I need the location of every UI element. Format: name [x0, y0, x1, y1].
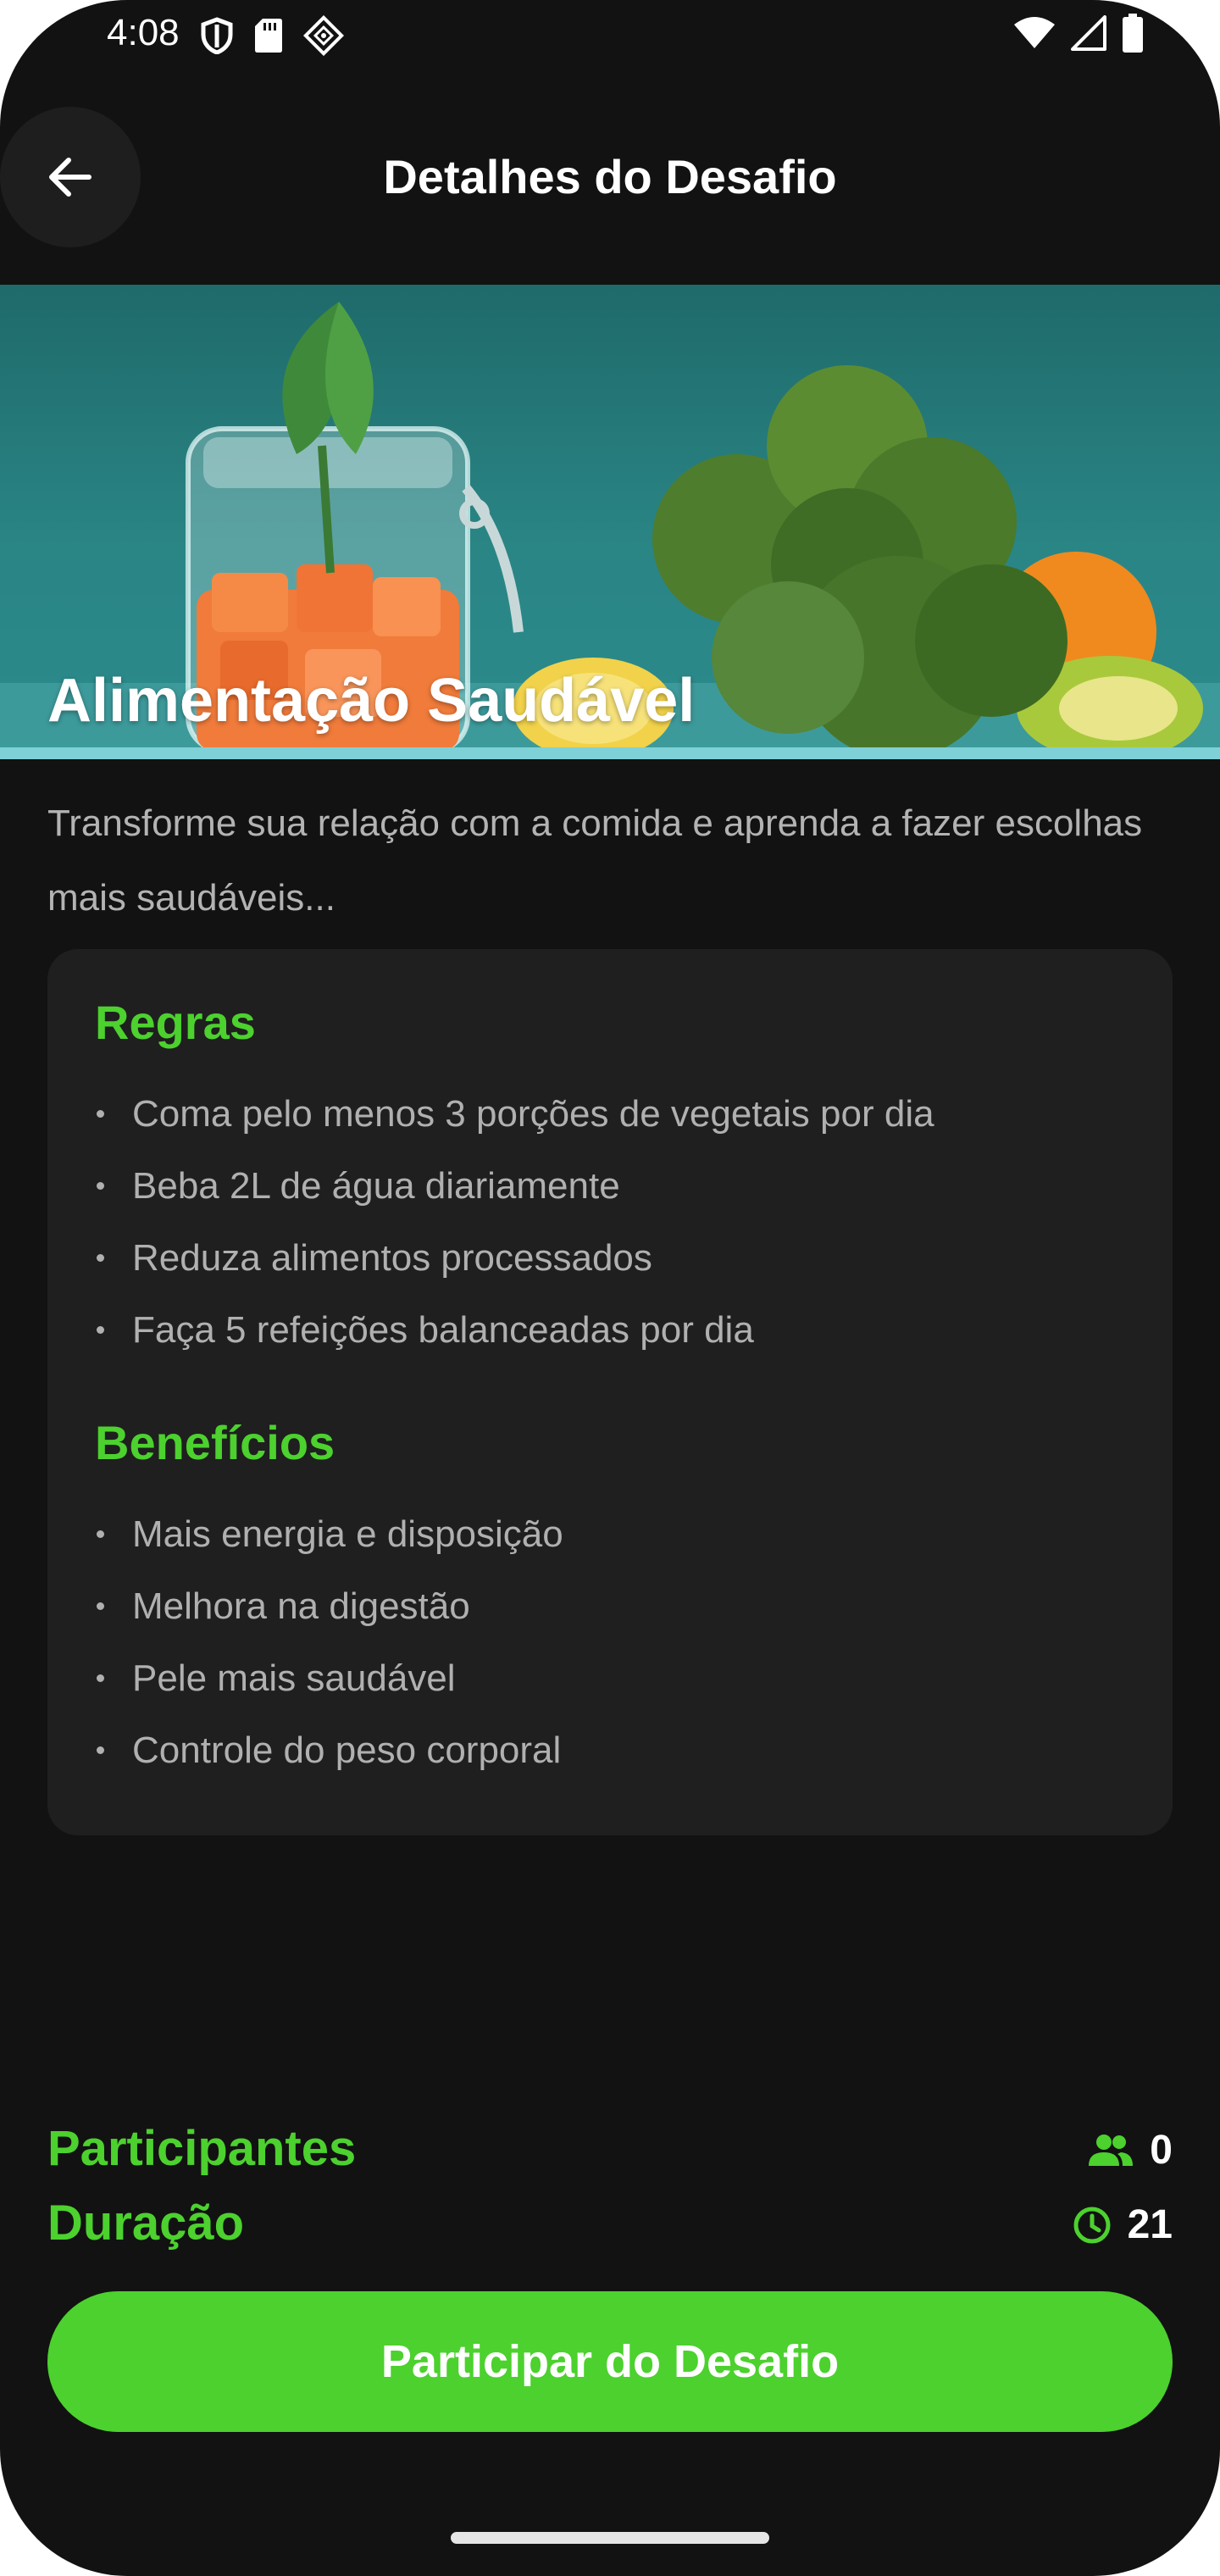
participants-value: 0	[1150, 2128, 1173, 2173]
status-time: 4:08	[107, 12, 180, 53]
rule-item: Coma pelo menos 3 porções de vegetais po…	[95, 1078, 1139, 1150]
benefit-item: Controle do peso corporal	[95, 1714, 1139, 1786]
status-system-icons	[1013, 14, 1144, 53]
battery-icon	[1123, 14, 1143, 53]
participants-row: Participantes 0	[47, 2120, 1173, 2188]
status-bar: 4:08	[0, 0, 1220, 76]
rule-item: Faça 5 refeições balanceadas por dia	[95, 1294, 1139, 1366]
challenge-title: Alimentação Saudável	[47, 667, 696, 735]
home-indicator[interactable]	[451, 2532, 769, 2544]
rules-list: Coma pelo menos 3 porções de vegetais po…	[95, 1078, 1139, 1366]
sd-card-icon	[255, 19, 282, 53]
benefit-item: Melhora na digestão	[95, 1570, 1139, 1642]
benefits-list: Mais energia e disposição Melhora na dig…	[95, 1498, 1139, 1786]
challenge-info-card: Regras Coma pelo menos 3 porções de vege…	[47, 949, 1173, 1835]
wifi-icon	[1014, 17, 1055, 48]
page-title: Detalhes do Desafio	[383, 150, 837, 203]
benefits-title: Benefícios	[95, 1416, 336, 1469]
group-icon	[1089, 2134, 1134, 2166]
app-screen: 4:08 Detalhes do Desafio Alimentação Sau…	[0, 0, 1220, 2576]
duration-label: Duração	[47, 2196, 245, 2251]
rules-title: Regras	[95, 996, 256, 1049]
rule-item: Reduza alimentos processados	[95, 1222, 1139, 1294]
duration-count: 21	[1072, 2201, 1173, 2248]
duration-row: Duração 21	[47, 2195, 1173, 2262]
benefit-item: Mais energia e disposição	[95, 1498, 1139, 1570]
status-notification-icons	[200, 15, 344, 56]
clock-icon	[1073, 2207, 1111, 2243]
top-app-bar: Detalhes do Desafio	[0, 107, 1220, 251]
join-challenge-button[interactable]: Participar do Desafio	[47, 2291, 1173, 2432]
participants-count: 0	[1087, 2127, 1173, 2174]
app-notification-icon	[303, 15, 344, 56]
challenge-description: Transforme sua relação com a comida e ap…	[47, 802, 1143, 919]
rule-item: Beba 2L de água diariamente	[95, 1150, 1139, 1222]
shield-icon	[201, 17, 233, 54]
benefit-item: Pele mais saudável	[95, 1642, 1139, 1714]
duration-value: 21	[1127, 2202, 1173, 2247]
hero-bottom-edge	[0, 747, 1220, 759]
participants-label: Participantes	[47, 2121, 357, 2176]
cellular-signal-icon	[1071, 15, 1106, 51]
challenge-hero-image: Alimentação Saudável	[0, 285, 1220, 759]
